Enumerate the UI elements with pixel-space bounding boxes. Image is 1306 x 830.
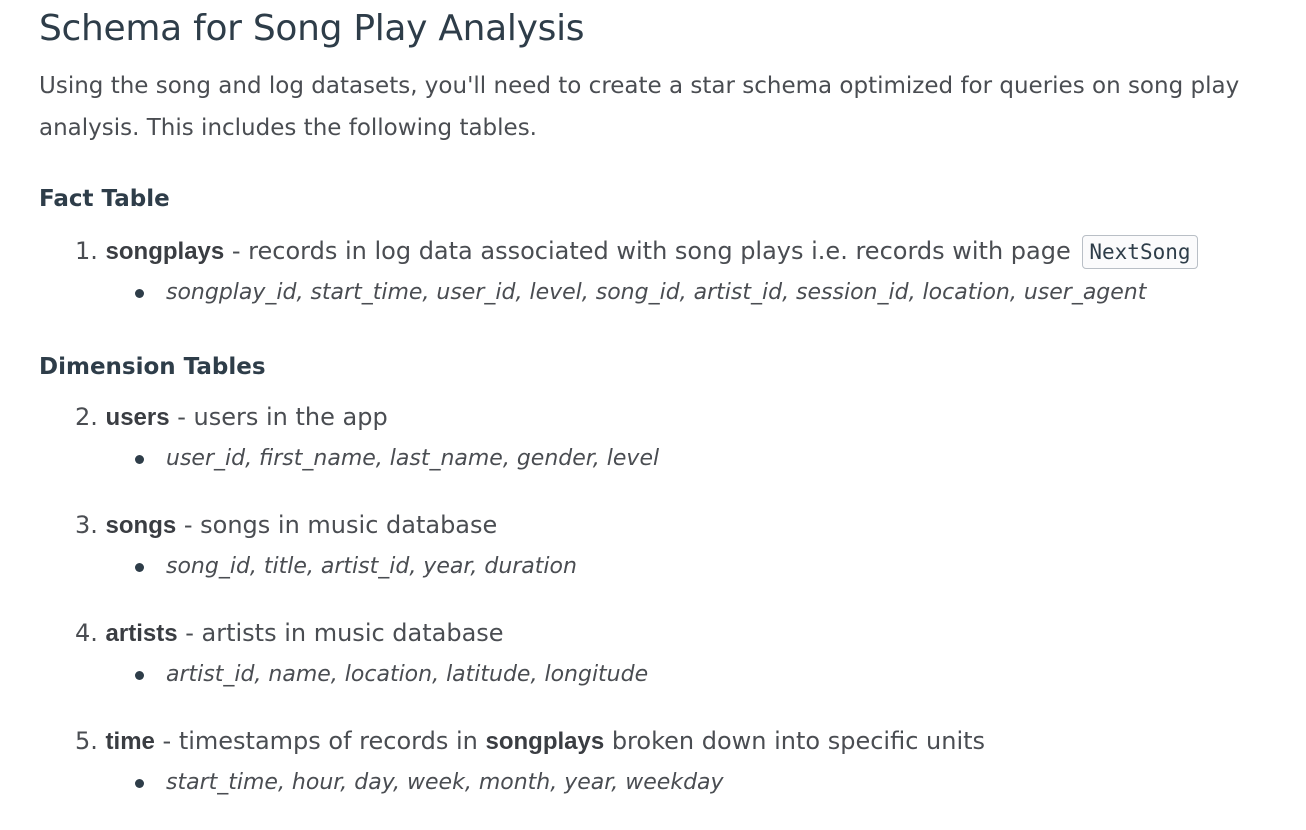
bullet-dot-icon	[135, 671, 144, 680]
column-names: songplay_id, start_time, user_id, level,…	[166, 280, 1147, 305]
table-reference: songplays	[485, 728, 605, 755]
table-description: - records in log data associated with so…	[224, 237, 1079, 265]
table-name: users	[105, 404, 170, 431]
column-list-artists: artist_id, name, location, latitude, lon…	[135, 660, 649, 690]
list-item-number: 5.	[75, 727, 98, 755]
table-name: songs	[105, 512, 177, 539]
table-description: - artists in music database	[177, 619, 504, 647]
fact-table-heading: Fact Table	[39, 186, 170, 212]
table-name: time	[105, 728, 155, 755]
bullet-dot-icon	[135, 563, 144, 572]
inline-code: NextSong	[1082, 235, 1198, 269]
column-names: song_id, title, artist_id, year, duratio…	[166, 554, 577, 579]
list-item-users: 2. users - users in the app	[75, 402, 388, 433]
column-names: artist_id, name, location, latitude, lon…	[166, 662, 649, 687]
bullet-dot-icon	[135, 289, 144, 298]
table-description: - songs in music database	[176, 511, 498, 539]
column-list-users: user_id, first_name, last_name, gender, …	[135, 444, 660, 474]
table-description: - timestamps of records in	[154, 727, 486, 755]
table-description: - users in the app	[169, 403, 388, 431]
column-names: user_id, first_name, last_name, gender, …	[166, 446, 660, 471]
table-name: songplays	[105, 238, 225, 265]
table-description-tail: broken down into specific units	[604, 727, 986, 755]
column-list-time: start_time, hour, day, week, month, year…	[135, 768, 724, 798]
bullet-dot-icon	[135, 455, 144, 464]
list-item-time: 5. time - timestamps of records in songp…	[75, 726, 985, 757]
intro-paragraph: Using the song and log datasets, you'll …	[39, 73, 1240, 141]
list-item-number: 3.	[75, 511, 98, 539]
list-item-songplays: 1. songplays - records in log data assoc…	[75, 235, 1198, 269]
column-list-songplays: songplay_id, start_time, user_id, level,…	[135, 278, 1147, 308]
page-title: Schema for Song Play Analysis	[39, 8, 585, 49]
list-item-number: 4.	[75, 619, 98, 647]
dimension-tables-heading: Dimension Tables	[39, 354, 266, 380]
bullet-dot-icon	[135, 779, 144, 788]
list-item-number: 2.	[75, 403, 98, 431]
list-item-artists: 4. artists - artists in music database	[75, 618, 504, 649]
list-item-songs: 3. songs - songs in music database	[75, 510, 497, 541]
column-names: start_time, hour, day, week, month, year…	[166, 770, 724, 795]
list-item-number: 1.	[75, 237, 98, 265]
table-name: artists	[105, 620, 178, 647]
column-list-songs: song_id, title, artist_id, year, duratio…	[135, 552, 577, 582]
